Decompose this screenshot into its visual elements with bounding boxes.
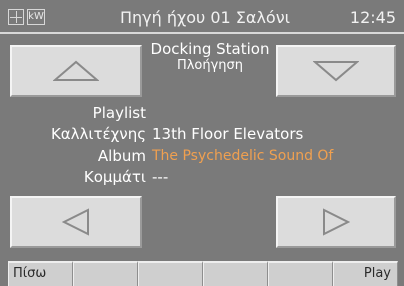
softkey-3[interactable] xyxy=(138,261,203,286)
triangle-down-icon xyxy=(313,61,359,82)
source-name: Docking Station xyxy=(150,40,270,58)
playlist-row: Playlist xyxy=(0,104,404,124)
scroll-up-button[interactable] xyxy=(10,45,142,97)
title-bar: kW Πηγή ήχου 01 Σαλόνι 12:45 xyxy=(0,0,404,34)
softkey-4[interactable] xyxy=(203,261,268,286)
previous-button[interactable] xyxy=(10,196,142,248)
clock: 12:45 xyxy=(349,8,396,27)
triangle-right-icon xyxy=(323,208,350,236)
next-button[interactable] xyxy=(276,196,396,248)
page-title: Πηγή ήχου 01 Σαλόνι xyxy=(119,8,291,27)
display-screen: kW Πηγή ήχου 01 Σαλόνι 12:45 Docking Sta… xyxy=(0,0,404,286)
track-value: --- xyxy=(152,168,169,186)
grid-icon xyxy=(8,9,24,25)
softkey-5[interactable] xyxy=(268,261,333,286)
scroll-down-button[interactable] xyxy=(276,45,396,97)
artist-label: Καλλιτέχνης xyxy=(50,125,146,143)
source-header: Docking Station Πλοήγηση xyxy=(143,40,277,74)
softkey-2[interactable] xyxy=(73,261,138,286)
track-row: Κομμάτι --- xyxy=(0,168,404,188)
album-label: Album xyxy=(97,147,146,165)
back-softkey[interactable]: Πίσω xyxy=(8,261,73,286)
album-value: The Psychedelic Sound Of xyxy=(152,148,334,164)
status-icons: kW xyxy=(8,9,45,25)
kw-icon: kW xyxy=(27,9,45,25)
triangle-up-icon xyxy=(53,60,99,81)
playlist-label: Playlist xyxy=(92,104,146,122)
source-mode: Πλοήγηση xyxy=(176,58,244,73)
triangle-left-icon xyxy=(62,208,89,236)
artist-value: 13th Floor Elevators xyxy=(152,125,304,143)
artist-row: Καλλιτέχνης 13th Floor Elevators xyxy=(0,125,404,145)
album-row: Album The Psychedelic Sound Of xyxy=(0,147,404,167)
play-softkey[interactable]: Play xyxy=(333,261,398,286)
track-label: Κομμάτι xyxy=(83,168,146,186)
softkey-bar: Πίσω Play xyxy=(8,261,398,286)
